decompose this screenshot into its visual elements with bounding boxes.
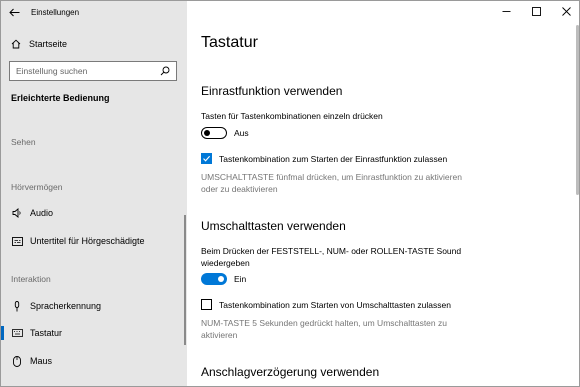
minimize-button[interactable] [491,1,521,21]
group-label-see: Sehen [11,137,36,147]
toggle-keys-toggle-label: Beim Drücken der FESTSTELL-, NUM- oder R… [201,246,462,268]
sidebar-item-audio[interactable]: Audio [1,203,187,223]
toggle-keys-heading: Umschalttasten verwenden [201,219,346,233]
sidebar-item-speech[interactable]: Spracherkennung [1,296,187,316]
sidebar-section-title: Erleichterte Bedienung [11,93,110,103]
group-label-interaction: Interaktion [11,274,51,284]
sticky-keys-toggle-state: Aus [234,128,249,138]
sidebar-scrollbar[interactable] [184,215,186,345]
captions-icon [11,235,23,247]
close-button[interactable] [551,1,579,21]
sticky-keys-toggle-label: Tasten für Tastenkombinationen einzeln d… [201,111,383,121]
toggle-knob [204,129,210,136]
filter-keys-heading: Anschlagverzögerung verwenden [201,365,380,379]
toggle-keys-shortcut-row: Tastenkombination zum Starten von Umscha… [201,299,451,310]
mouse-icon [11,355,23,367]
sidebar-item-label: Spracherkennung [30,301,102,311]
search-input[interactable] [16,66,156,76]
back-button[interactable] [1,1,27,23]
home-icon [11,39,21,49]
sidebar-item-label: Tastatur [30,328,63,338]
sidebar-item-mouse[interactable]: Maus [1,351,187,371]
minimize-icon [502,10,510,12]
sidebar-item-home-label: Startseite [29,39,68,49]
sidebar-item-captions[interactable]: Untertitel für Hörgeschädigte [1,231,187,251]
group-label-hear: Hörvermögen [11,182,63,192]
toggle-keys-toggle[interactable] [201,273,227,285]
close-icon [561,6,571,16]
maximize-button[interactable] [521,1,551,21]
toggle-knob [218,276,224,282]
toggle-keys-description: NUM-TASTE 5 Sekunden gedrückt halten, um… [201,318,447,340]
toggle-keys-shortcut-checkbox[interactable] [201,299,212,310]
sticky-keys-shortcut-checkbox[interactable] [201,153,212,164]
toggle-keys-toggle-row: Ein [201,273,246,285]
microphone-icon [11,300,23,312]
maximize-icon [531,6,541,16]
back-arrow-icon [8,8,19,16]
sidebar-item-keyboard[interactable]: Tastatur [1,323,187,343]
sticky-keys-heading: Einrastfunktion verwenden [201,84,343,98]
search-icon[interactable] [160,66,170,76]
toggle-keys-toggle-state: Ein [234,274,247,284]
app-title: Einstellungen [31,7,80,17]
sidebar-item-label: Untertitel für Hörgeschädigte [30,236,145,246]
toggle-keys-shortcut-label: Tastenkombination zum Starten von Umscha… [219,299,451,310]
keyboard-icon [11,327,23,339]
search-box[interactable] [9,61,177,81]
main-content: Tastatur Einrastfunktion verwenden Taste… [187,1,579,386]
window-controls [491,1,579,23]
sidebar: Einstellungen Startseite Erleichterte Be… [1,1,187,386]
sticky-keys-toggle-row: Aus [201,127,249,139]
sticky-keys-toggle[interactable] [201,127,227,139]
sidebar-item-label: Audio [30,208,54,218]
speaker-icon [11,207,23,219]
sidebar-item-home[interactable]: Startseite [1,35,187,53]
main-scrollbar[interactable] [576,25,579,195]
sidebar-item-label: Maus [30,356,53,366]
settings-window: Einstellungen Startseite Erleichterte Be… [0,0,580,387]
sticky-keys-shortcut-label: Tastenkombination zum Starten der Einras… [219,153,448,164]
sticky-keys-description: UMSCHALTTASTE fünfmal drücken, um Einras… [201,172,462,194]
title-bar: Einstellungen [1,1,187,23]
page-title: Tastatur [201,34,258,51]
checkmark-icon [203,155,211,162]
sticky-keys-shortcut-row: Tastenkombination zum Starten der Einras… [201,153,447,164]
